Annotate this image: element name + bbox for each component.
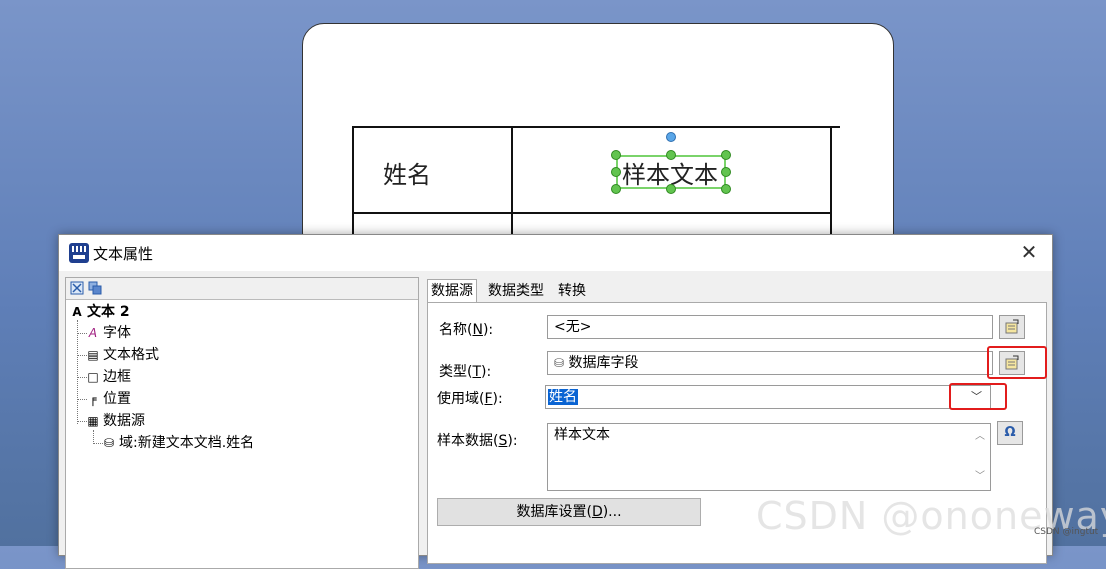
edit-properties-icon — [1005, 319, 1019, 334]
tree-item-label: 位置 — [103, 391, 131, 407]
database-icon: ⛁ — [554, 356, 565, 370]
tree-item-field[interactable]: ⛁ 域:新建文本文档.姓名 — [102, 433, 254, 453]
position-icon: ╒ — [89, 392, 97, 406]
tree-item-label: 数据源 — [103, 413, 145, 429]
highlight-dropdown — [949, 383, 1007, 410]
tree-item-position[interactable]: ╒ 位置 — [86, 389, 131, 409]
tree-root[interactable]: A 文本 2 — [70, 302, 130, 322]
close-button[interactable]: ✕ — [1018, 241, 1040, 263]
bartender-app-icon — [69, 243, 89, 263]
table-border-left — [352, 126, 354, 246]
resize-handle-tr[interactable] — [721, 150, 731, 160]
sample-textarea[interactable]: 样本文本 ︿ ﹀ — [547, 423, 991, 491]
field-select[interactable]: 姓名 ﹀ — [545, 385, 991, 409]
property-tree: A 文本 2 A 字体 ▤ 文本格式 □ 边框 ╒ 位置 ▦ 数据源 ⛁ 域:新建文本文档.姓… — [65, 277, 419, 569]
collapse-all-icon[interactable] — [88, 281, 102, 295]
tree-item-label: 文本格式 — [103, 347, 159, 363]
tab-transform[interactable]: 转换 — [555, 280, 589, 302]
tree-item-label: 字体 — [103, 325, 131, 341]
database-icon: ⛁ — [103, 436, 115, 450]
resize-handle-bl[interactable] — [611, 184, 621, 194]
name-edit-button[interactable] — [999, 315, 1025, 339]
table-col-divider — [511, 126, 513, 246]
database-settings-button[interactable]: 数据库设置(D)... — [437, 498, 701, 526]
tree-item-label: 域:新建文本文档.姓名 — [119, 435, 255, 451]
field-label: 使用域(F): — [437, 391, 503, 407]
type-field[interactable]: ⛁ 数据库字段 — [547, 351, 993, 375]
scroll-down-icon[interactable]: ﹀ — [974, 468, 986, 486]
border-icon: □ — [87, 370, 99, 384]
font-icon: A — [88, 326, 98, 340]
tree-item-border[interactable]: □ 边框 — [86, 367, 131, 387]
tree-item-label: 边框 — [103, 369, 131, 385]
tab-datatype[interactable]: 数据类型 — [485, 280, 547, 302]
field-select-value: 姓名 — [548, 389, 578, 405]
dialog-title: 文本属性 — [93, 245, 154, 263]
tree-item-datasource[interactable]: ▦ 数据源 — [86, 411, 145, 431]
tree-item-text-format[interactable]: ▤ 文本格式 — [86, 345, 159, 365]
insert-symbol-button[interactable]: Ω — [997, 421, 1023, 445]
tree-root-label: 文本 2 — [87, 304, 130, 320]
highlight-type-button — [987, 346, 1047, 379]
name-label: 名称(N): — [439, 322, 494, 338]
type-label: 类型(T): — [439, 364, 492, 380]
table-row-divider — [352, 212, 832, 214]
resize-handle-r[interactable] — [721, 167, 731, 177]
resize-handle-br[interactable] — [721, 184, 731, 194]
table-border-right — [830, 126, 832, 246]
tree-toolbar — [66, 278, 418, 300]
tree-connector — [93, 430, 94, 444]
type-value: 数据库字段 — [568, 355, 639, 371]
resize-handle-l[interactable] — [611, 167, 621, 177]
resize-handle-t[interactable] — [666, 150, 676, 160]
sample-label: 样本数据(S): — [437, 433, 518, 449]
table-border-top — [352, 126, 840, 128]
tree-connector — [77, 320, 78, 424]
tree-item-font[interactable]: A 字体 — [86, 323, 131, 343]
dialog-titlebar[interactable]: 文本属性 ✕ — [59, 235, 1052, 271]
watermark-small: CSDN @ingtut — [1034, 527, 1099, 537]
expand-all-icon[interactable] — [70, 281, 84, 295]
cell-name-text[interactable]: 姓名 — [383, 155, 431, 190]
datasource-icon: ▦ — [87, 414, 99, 428]
rotate-handle[interactable] — [666, 132, 676, 142]
resize-handle-tl[interactable] — [611, 150, 621, 160]
text-object-icon: A — [72, 305, 82, 319]
sample-value: 样本文本 — [554, 427, 610, 443]
resize-handle-b[interactable] — [666, 184, 676, 194]
tab-datasource[interactable]: 数据源 — [427, 279, 477, 304]
name-field[interactable]: <无> — [547, 315, 993, 339]
text-format-icon: ▤ — [87, 348, 99, 362]
scroll-up-icon[interactable]: ︿ — [974, 428, 986, 446]
